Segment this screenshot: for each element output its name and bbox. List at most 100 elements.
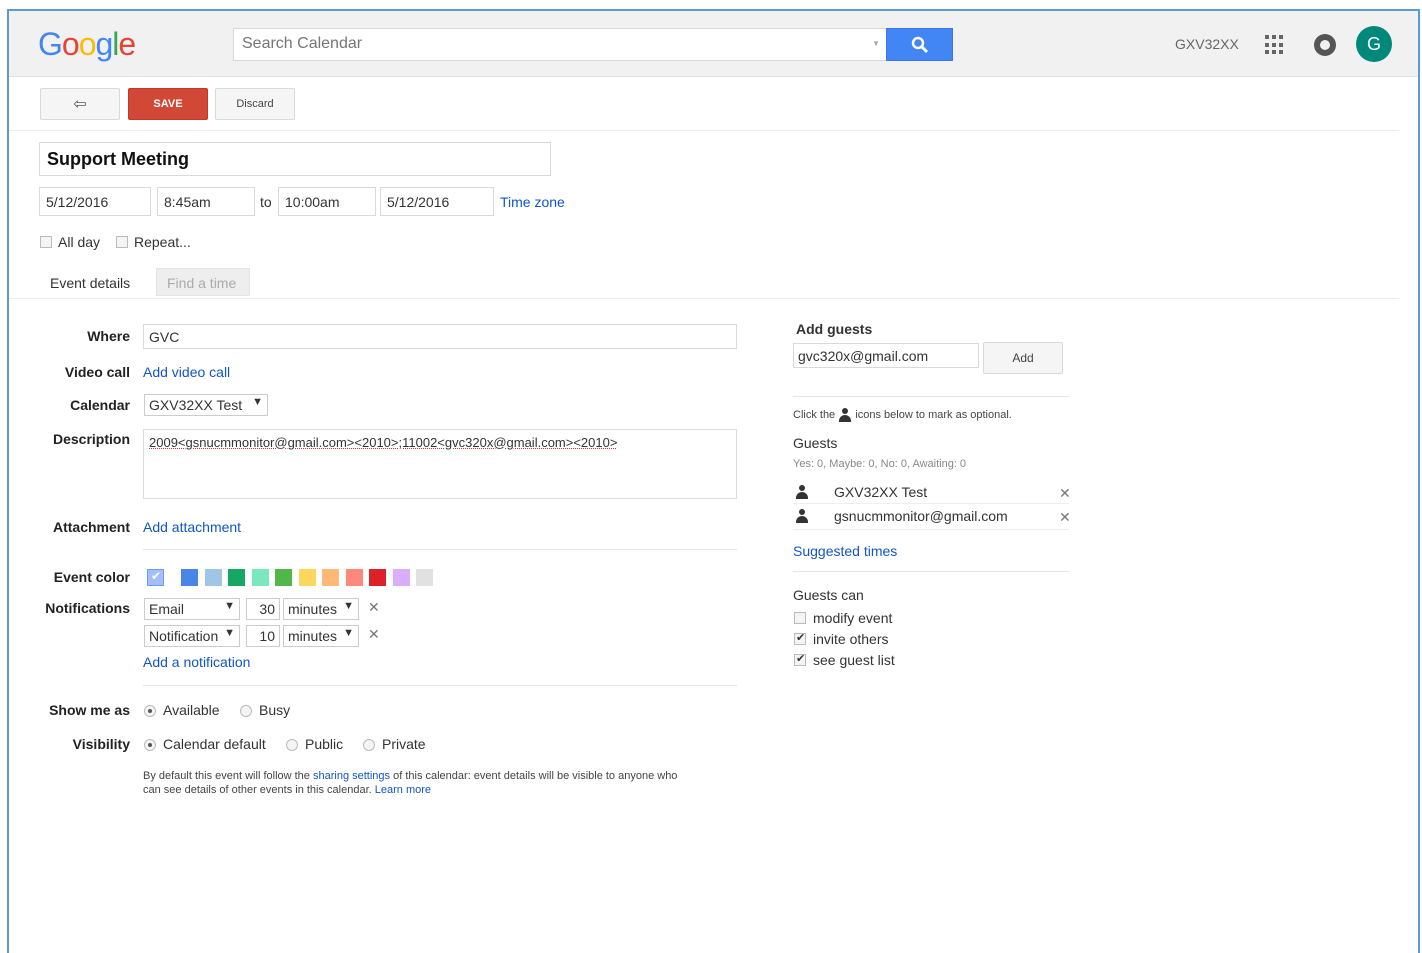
color-swatch[interactable]	[251, 569, 269, 586]
color-swatch[interactable]	[322, 569, 339, 586]
divider	[793, 529, 1069, 530]
notification-amount-field[interactable]: 10	[246, 625, 280, 647]
start-date-field[interactable]: 5/12/2016	[39, 187, 151, 216]
divider	[143, 685, 737, 686]
available-label: Available	[163, 702, 220, 718]
visibility-note-text: can see details of other events in this …	[143, 784, 372, 796]
person-icon[interactable]	[795, 509, 809, 523]
notification-type-select[interactable]: Email ▼	[144, 598, 240, 620]
color-swatch[interactable]	[369, 569, 386, 586]
where-field[interactable]: GVC	[143, 324, 737, 349]
search-button[interactable]	[886, 28, 953, 61]
notification-type-value: Notification	[149, 628, 219, 644]
divider	[793, 571, 1069, 572]
remove-guest-icon[interactable]: ✕	[1059, 485, 1071, 502]
sharing-settings-link[interactable]: sharing settings	[313, 770, 390, 782]
remove-notification-icon[interactable]: ✕	[368, 626, 380, 643]
guest-name: gsnucmmonitor@gmail.com	[834, 508, 1008, 524]
guests-can-title: Guests can	[793, 587, 864, 603]
color-swatch[interactable]	[204, 569, 222, 586]
calendar-label: Calendar	[70, 397, 130, 413]
repeat-checkbox[interactable]	[116, 236, 128, 248]
all-day-label: All day	[58, 234, 101, 250]
add-guest-button[interactable]: Add	[983, 342, 1063, 374]
notification-unit-select[interactable]: minutes ▼	[283, 625, 359, 647]
busy-label: Busy	[259, 702, 291, 718]
attachment-label: Attachment	[52, 519, 130, 535]
add-guest-input[interactable]: gvc320x@gmail.com	[793, 343, 979, 368]
notification-unit-select[interactable]: minutes ▼	[283, 598, 359, 620]
end-date-field[interactable]: 5/12/2016	[380, 187, 494, 216]
notifications-icon[interactable]	[1314, 34, 1336, 56]
invite-others-checkbox[interactable]	[794, 631, 806, 645]
visibility-note-text: of this calendar: event details will be …	[393, 770, 678, 782]
color-swatch[interactable]	[392, 569, 410, 586]
description-textarea[interactable]: 2009<gsnucmmonitor@gmail.com><2010>;1100…	[143, 429, 737, 499]
private-label: Private	[382, 736, 426, 752]
person-icon[interactable]	[795, 485, 809, 499]
account-name[interactable]: GXV32XX	[1175, 36, 1239, 52]
busy-radio[interactable]	[240, 705, 252, 717]
where-label: Where	[87, 328, 130, 344]
invite-others-label: invite others	[813, 631, 889, 647]
learn-more-link[interactable]: Learn more	[375, 784, 431, 796]
event-color-label: Event color	[53, 569, 130, 585]
guests-title: Guests	[793, 435, 838, 451]
time-zone-link[interactable]: Time zone	[500, 194, 565, 210]
color-swatch[interactable]	[275, 569, 292, 586]
search-box[interactable]: ▼	[233, 28, 886, 61]
search-input[interactable]	[234, 29, 854, 59]
back-button[interactable]: ⇦	[40, 88, 120, 120]
avatar[interactable]: G	[1356, 26, 1392, 62]
public-radio[interactable]	[286, 739, 298, 751]
add-guests-label: Add guests	[796, 321, 873, 337]
add-video-call-link[interactable]: Add video call	[143, 364, 230, 380]
search-options-icon[interactable]: ▼	[872, 39, 880, 48]
notification-type-select[interactable]: Notification ▼	[144, 625, 240, 647]
notifications-label: Notifications	[45, 600, 130, 616]
see-guest-list-checkbox[interactable]	[794, 652, 806, 666]
color-swatch[interactable]	[228, 569, 245, 586]
suggested-times-link[interactable]: Suggested times	[793, 543, 897, 559]
show-me-as-label: Show me as	[49, 702, 130, 718]
modify-event-checkbox[interactable]	[794, 612, 806, 624]
divider	[9, 130, 1399, 131]
all-day-checkbox[interactable]	[40, 236, 52, 248]
tab-find-a-time[interactable]: Find a time	[156, 268, 250, 296]
save-button[interactable]: SAVE	[128, 88, 208, 120]
color-swatch-selected[interactable]: ✔	[147, 569, 164, 586]
calendar-select[interactable]: GXV32XX Test ▼	[144, 394, 268, 416]
private-radio[interactable]	[363, 739, 375, 751]
color-swatch[interactable]	[416, 569, 433, 586]
tab-event-details[interactable]: Event details	[39, 268, 147, 298]
apps-grid-icon[interactable]	[1265, 35, 1285, 55]
google-logo[interactable]: Google	[38, 26, 136, 63]
optional-hint-text: icons below to mark as optional.	[855, 409, 1012, 421]
event-title-input[interactable]: Support Meeting	[39, 142, 551, 176]
dropdown-arrow-icon: ▼	[343, 600, 354, 612]
remove-notification-icon[interactable]: ✕	[368, 599, 380, 616]
calendar-default-radio[interactable]	[144, 739, 156, 751]
optional-hint: Click the icons below to mark as optiona…	[793, 408, 1012, 423]
add-attachment-link[interactable]: Add attachment	[143, 519, 241, 535]
remove-guest-icon[interactable]: ✕	[1059, 509, 1071, 526]
end-time-field[interactable]: 10:00am	[278, 187, 376, 216]
optional-hint-text: Click the	[793, 409, 836, 421]
discard-button[interactable]: Discard	[215, 88, 295, 120]
start-time-field[interactable]: 8:45am	[157, 187, 255, 216]
search-icon	[911, 36, 928, 53]
notification-amount-field[interactable]: 30	[246, 598, 280, 620]
available-radio[interactable]	[144, 705, 156, 717]
public-label: Public	[305, 736, 344, 752]
notification-type-value: Email	[149, 601, 185, 617]
add-notification-link[interactable]: Add a notification	[143, 654, 250, 670]
notification-unit-value: minutes	[288, 601, 338, 617]
color-swatch[interactable]	[298, 569, 316, 586]
modify-event-label: modify event	[813, 610, 893, 626]
dropdown-arrow-icon: ▼	[252, 396, 263, 408]
color-swatch[interactable]	[345, 569, 363, 586]
color-swatch[interactable]	[181, 569, 198, 586]
dropdown-arrow-icon: ▼	[224, 600, 235, 612]
visibility-label: Visibility	[72, 736, 130, 752]
calendar-select-value: GXV32XX Test	[149, 397, 243, 413]
